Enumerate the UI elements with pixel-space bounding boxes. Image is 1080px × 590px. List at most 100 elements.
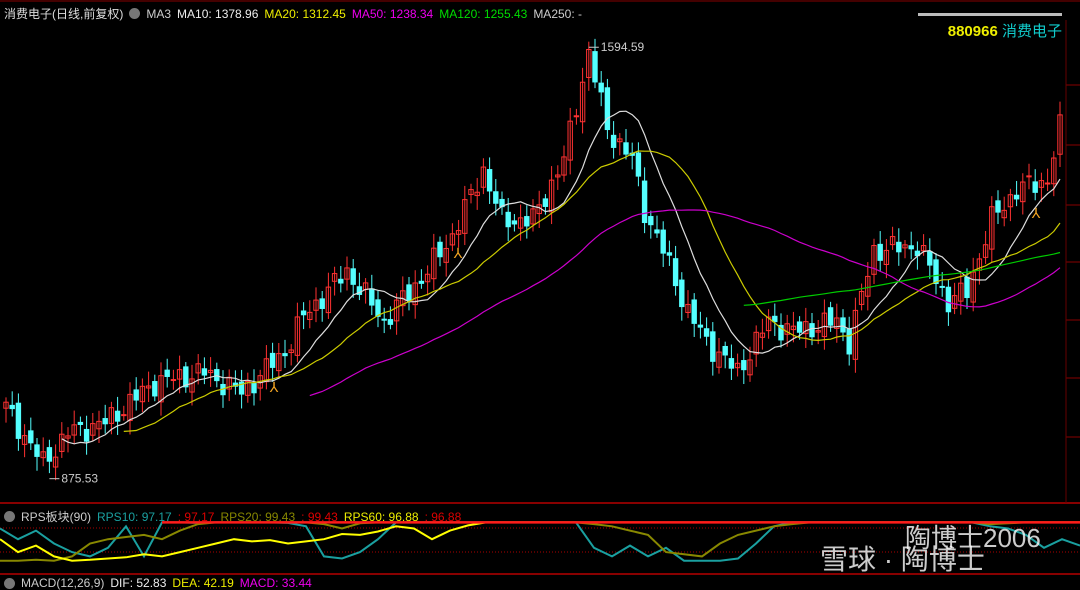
signal-icon: ⅄	[453, 245, 463, 261]
candle-down	[809, 323, 815, 338]
macd-legend: MACD(12,26,9) DIF: 52.83 DEA: 42.19 MACD…	[4, 576, 312, 590]
dif-label: DIF: 52.83	[110, 576, 167, 590]
candle-down	[728, 358, 735, 369]
candle-down	[592, 51, 598, 83]
candle-down	[338, 278, 344, 284]
candle-down	[896, 241, 902, 253]
rps20-value: : 99.43	[301, 509, 338, 524]
candle-down	[251, 383, 257, 394]
candle-down	[604, 87, 611, 131]
candle-up	[1026, 175, 1032, 178]
candle-down	[542, 198, 549, 207]
candle-down	[908, 245, 914, 250]
candle-down	[282, 353, 288, 357]
security-name: 消费电子	[1001, 23, 1062, 40]
candle-down	[741, 360, 747, 371]
ma3-label: MA3	[146, 6, 172, 21]
watermark-site: 雪球 · 陶博士	[820, 544, 985, 575]
candle-down	[945, 286, 952, 313]
low-price-label: 875.53	[61, 472, 98, 486]
candle-up	[573, 115, 580, 118]
candle-up	[170, 379, 177, 382]
candle-down	[666, 252, 673, 256]
rps-legend: RPS板块(90) RPS10: 97.17 : 97.17 RPS20: 99…	[4, 508, 461, 525]
rps-title: RPS板块(90)	[21, 510, 92, 524]
rps20-label: RPS20: 99.43	[220, 509, 296, 524]
candle-down	[406, 284, 412, 301]
candle-down	[1032, 181, 1038, 193]
candle-down	[722, 345, 728, 356]
candle-down	[369, 288, 375, 306]
candle-down	[877, 243, 883, 261]
candle-down	[133, 389, 139, 401]
ma10-label: MA10: 1378.96	[177, 6, 259, 21]
candle-up	[1044, 182, 1051, 185]
chart-title: 消费电子(日线,前复权)	[4, 7, 124, 21]
macd-label: MACD: 33.44	[239, 576, 312, 590]
candle-down	[381, 318, 387, 321]
candle-down	[152, 381, 158, 397]
candle-down	[772, 315, 778, 323]
collapse-icon[interactable]	[4, 577, 15, 589]
candle-down	[102, 418, 108, 425]
candle-down	[697, 324, 704, 328]
candle-down	[493, 191, 499, 204]
candle-down	[654, 229, 660, 234]
candle-down	[598, 82, 604, 93]
divider	[918, 13, 1062, 16]
candle-down	[1013, 194, 1020, 200]
candle-down	[387, 319, 394, 325]
collapse-icon[interactable]	[4, 511, 15, 522]
candle-down	[660, 229, 666, 254]
candle-down	[83, 428, 90, 442]
ma120-label: MA120: 1255.43	[439, 6, 528, 21]
collapse-icon[interactable]	[129, 8, 141, 19]
candle-down	[28, 430, 34, 444]
candle-down	[505, 211, 511, 228]
price-legend: 消费电子(日线,前复权) MA3 MA10: 1378.96 MA20: 131…	[4, 5, 582, 22]
ma250-label: MA250: -	[533, 6, 582, 21]
high-price-label: 1594.59	[601, 40, 645, 54]
candle-down	[648, 216, 654, 226]
candle-down	[164, 369, 170, 377]
rps60-value: : 96.88	[424, 509, 462, 524]
candle-down	[375, 299, 381, 317]
candle-down	[641, 180, 648, 224]
candle-down	[995, 200, 1001, 213]
candle-down	[635, 152, 642, 177]
candle-down	[9, 404, 15, 410]
candle-down	[846, 328, 852, 355]
candle-down	[679, 279, 685, 308]
candle-down	[15, 402, 22, 439]
candle-down	[672, 258, 679, 287]
candle-down	[691, 299, 697, 324]
candle-down	[710, 331, 716, 362]
security-code: 880966	[947, 23, 998, 40]
candle-up	[121, 414, 127, 417]
candle-down	[201, 368, 208, 376]
candle-down	[840, 317, 846, 333]
candle-down	[796, 321, 803, 333]
candle-down	[350, 268, 356, 285]
candle-down	[927, 251, 933, 266]
candle-down	[610, 134, 617, 148]
candle-down	[46, 447, 53, 462]
rps10-value: : 97.17	[177, 509, 215, 524]
candle-down	[34, 444, 40, 457]
ma120-line	[743, 251, 1061, 306]
candlestick-chart: 1594.59 875.53 ⅄ ⅄ ⅄	[0, 0, 1080, 575]
candle-down	[269, 352, 276, 368]
signal-icon: ⅄	[1031, 205, 1041, 221]
ma50-label: MA50: 1238.34	[351, 6, 434, 21]
candle-down	[486, 169, 493, 192]
candle-down	[939, 285, 945, 288]
rps60-label: RPS60: 96.88	[343, 509, 419, 524]
candle-down	[214, 369, 220, 382]
signal-icon: ⅄	[269, 379, 279, 395]
candle-down	[437, 241, 443, 258]
candle-down	[827, 307, 834, 326]
candle-down	[964, 276, 970, 299]
ma20-label: MA20: 1312.45	[264, 6, 346, 21]
dea-label: DEA: 42.19	[172, 576, 234, 590]
candle-down	[511, 220, 518, 225]
